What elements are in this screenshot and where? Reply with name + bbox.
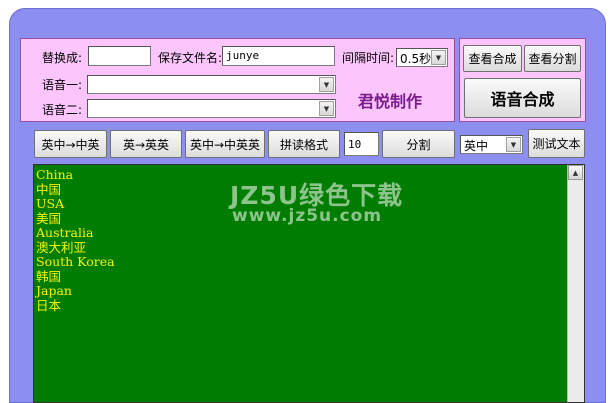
text-line: South Korea — [36, 254, 115, 269]
split-count-input[interactable]: 10 — [344, 132, 379, 156]
replace-label: 替换成: — [42, 51, 83, 65]
language-select-value: 英中 — [464, 139, 489, 153]
text-line: Japan — [36, 283, 72, 298]
language-select[interactable]: 英中 ▼ — [460, 135, 523, 154]
vertical-scrollbar[interactable]: ▲ — [567, 165, 584, 402]
text-line: 日本 — [36, 297, 62, 313]
chevron-down-icon[interactable]: ▼ — [431, 50, 446, 65]
interval-label: 间隔时间: — [342, 51, 395, 65]
chevron-down-icon[interactable]: ▼ — [319, 101, 334, 116]
voice2-label: 语音二: — [42, 103, 83, 117]
scroll-up-arrow-icon[interactable]: ▲ — [568, 165, 583, 180]
credit-title: 君悦制作 — [358, 92, 423, 111]
text-line: 韩国 — [36, 268, 62, 284]
synthesize-button[interactable]: 语音合成 — [464, 78, 581, 118]
voice1-label: 语音一: — [42, 78, 83, 92]
save-filename-input[interactable]: junye — [222, 46, 335, 66]
chevron-down-icon[interactable]: ▼ — [319, 77, 334, 92]
view-split-button[interactable]: 查看分割 — [524, 45, 581, 72]
chevron-down-icon[interactable]: ▼ — [506, 137, 521, 152]
spelling-format-button[interactable]: 拼读格式 — [268, 130, 340, 158]
en-zh-to-zh-en-button[interactable]: 英中→中英 — [34, 130, 107, 158]
interval-select[interactable]: 0.5秒 ▼ — [396, 48, 448, 67]
text-line: 澳大利亚 — [36, 239, 87, 255]
voice2-select[interactable]: ▼ — [87, 99, 336, 118]
interval-select-value: 0.5秒 — [400, 52, 432, 66]
split-button[interactable]: 分割 — [382, 130, 455, 158]
en-to-en-en-button[interactable]: 英→英英 — [110, 130, 182, 158]
watermark-url: www.jz5u.com — [232, 206, 383, 226]
test-text-button[interactable]: 测试文本 — [528, 129, 585, 158]
view-synthesis-button[interactable]: 查看合成 — [463, 45, 522, 72]
text-line: Australia — [36, 225, 94, 240]
voice1-select[interactable]: ▼ — [87, 75, 336, 94]
replace-input[interactable] — [88, 46, 151, 66]
save-filename-label: 保存文件名: — [158, 51, 223, 65]
en-zh-to-zh-en-en-button[interactable]: 英中→中英英 — [185, 130, 265, 158]
